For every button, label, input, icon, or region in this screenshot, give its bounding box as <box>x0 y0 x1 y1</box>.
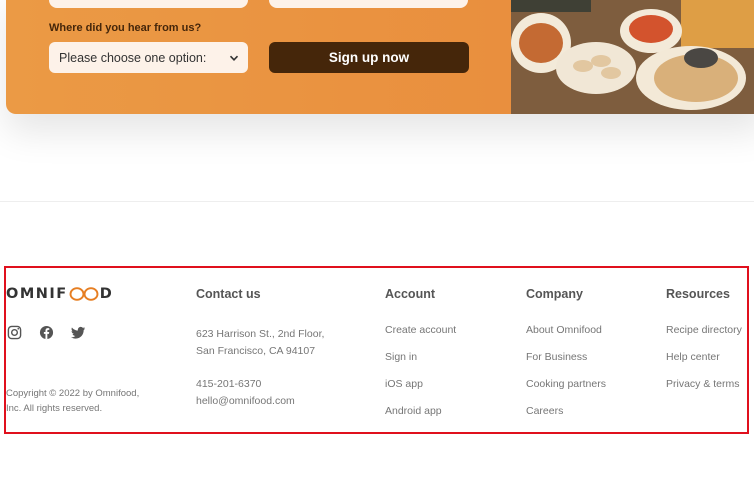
infinity-icon <box>69 287 99 301</box>
social-links <box>7 325 86 340</box>
account-title: Account <box>385 287 435 301</box>
copyright-line-1: Copyright © 2022 by Omnifood, <box>6 388 140 399</box>
resources-title: Resources <box>666 287 730 301</box>
omnifood-logo[interactable]: OMNIF D <box>6 286 113 302</box>
address-line-2: San Francisco, CA 94107 <box>196 345 316 357</box>
name-input[interactable] <box>49 0 248 8</box>
company-link-partners[interactable]: Cooking partners <box>526 378 606 391</box>
company-links: About Omnifood For Business Cooking part… <box>526 324 606 418</box>
account-link-android[interactable]: Android app <box>385 405 456 418</box>
address-line-1: 623 Harrison St., 2nd Floor, <box>196 328 325 340</box>
section-divider <box>0 201 754 202</box>
chevron-down-icon <box>229 55 239 61</box>
source-label: Where did you hear from us? <box>49 22 202 34</box>
twitter-icon[interactable] <box>71 325 86 340</box>
copyright-text: Copyright © 2022 by Omnifood, Inc. All r… <box>6 386 156 416</box>
sign-up-button[interactable]: Sign up now <box>269 42 469 73</box>
logo-text-right: D <box>99 286 114 302</box>
company-link-careers[interactable]: Careers <box>526 405 606 418</box>
signup-card: Where did you hear from us? Please choos… <box>6 0 754 114</box>
contact-phone[interactable]: 415-201-6370 <box>196 376 295 393</box>
company-link-about[interactable]: About Omnifood <box>526 324 606 337</box>
contact-email[interactable]: hello@omnifood.com <box>196 393 295 410</box>
account-link-ios[interactable]: iOS app <box>385 378 456 391</box>
contact-title: Contact us <box>196 287 261 301</box>
resources-links: Recipe directory Help center Privacy & t… <box>666 324 742 391</box>
facebook-icon[interactable] <box>39 325 54 340</box>
account-links: Create account Sign in iOS app Android a… <box>385 324 456 418</box>
page: Where did you hear from us? Please choos… <box>0 0 754 500</box>
contact-address: 623 Harrison St., 2nd Floor, San Francis… <box>196 326 324 360</box>
source-select-value: Please choose one option: <box>59 50 207 65</box>
resources-link-help[interactable]: Help center <box>666 351 742 364</box>
company-title: Company <box>526 287 583 301</box>
food-image <box>511 0 754 114</box>
logo-text-left: OMNIF <box>6 286 68 302</box>
company-link-business[interactable]: For Business <box>526 351 606 364</box>
copyright-line-2: Inc. All rights reserved. <box>6 403 103 414</box>
instagram-icon[interactable] <box>7 325 22 340</box>
account-link-sign-in[interactable]: Sign in <box>385 351 456 364</box>
contact-details: 415-201-6370 hello@omnifood.com <box>196 376 295 410</box>
resources-link-privacy[interactable]: Privacy & terms <box>666 378 742 391</box>
account-link-create[interactable]: Create account <box>385 324 456 337</box>
resources-link-recipes[interactable]: Recipe directory <box>666 324 742 337</box>
email-input[interactable] <box>269 0 468 8</box>
source-select[interactable]: Please choose one option: <box>49 42 248 73</box>
